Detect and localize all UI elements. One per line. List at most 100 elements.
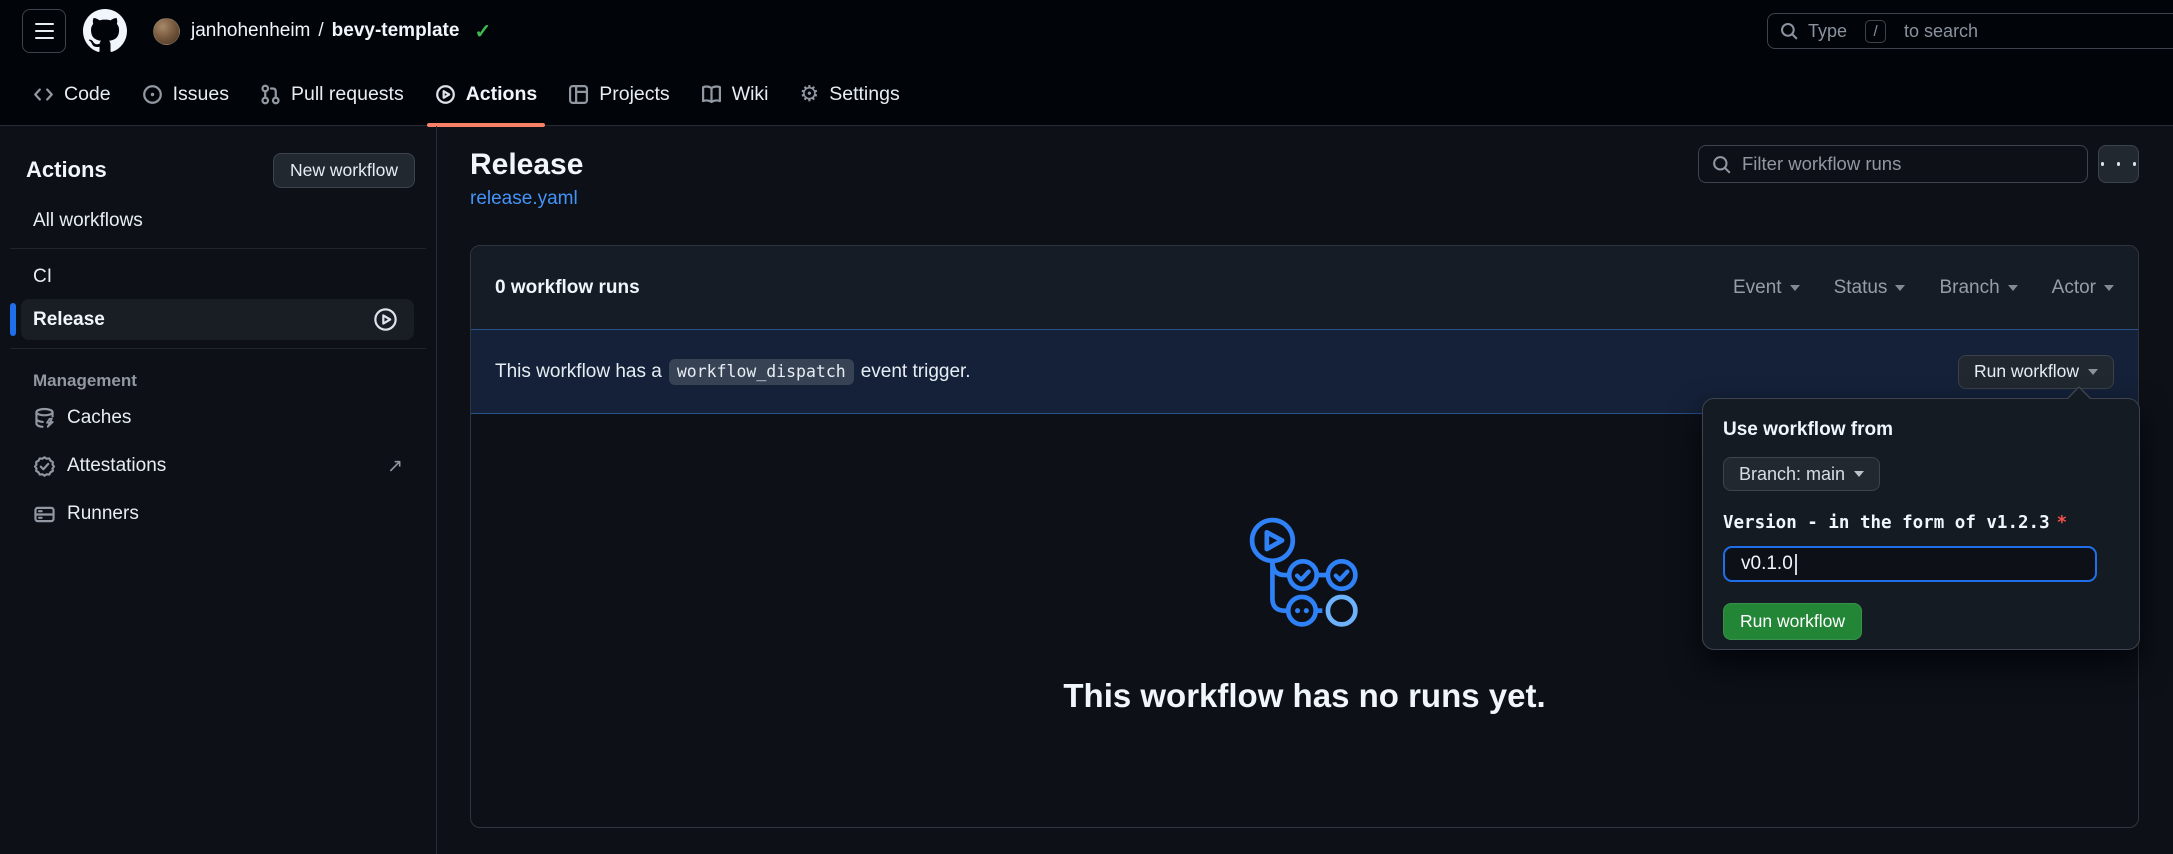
sidebar-item-release-selected[interactable]: Release — [21, 299, 414, 340]
chevron-down-icon — [1854, 471, 1864, 477]
branch-filter-dropdown[interactable]: Branch — [1939, 277, 2017, 299]
search-placeholder-suffix: to search — [1904, 21, 1978, 42]
workflow-dispatch-code: workflow_dispatch — [669, 359, 854, 385]
tab-label: Code — [64, 83, 111, 106]
workflow-graph-icon — [1248, 516, 1362, 630]
divider — [10, 248, 426, 249]
event-filter-dropdown[interactable]: Event — [1733, 277, 1800, 299]
version-input[interactable]: v0.1.0 — [1723, 546, 2097, 582]
filter-label: Event — [1733, 277, 1782, 299]
chevron-down-icon — [1790, 285, 1800, 291]
hamburger-menu-button[interactable] — [22, 9, 66, 53]
actor-filter-dropdown[interactable]: Actor — [2052, 277, 2114, 299]
external-link-arrow-icon: ↗ — [387, 455, 403, 478]
table-icon — [568, 84, 589, 105]
kebab-icon — [2101, 162, 2104, 167]
global-bar: janhohenheim / bevy-template ✓ Type / to s… — [0, 0, 2173, 62]
branch-selector-button[interactable]: Branch: main — [1723, 457, 1880, 491]
workflow-options-kebab-button[interactable] — [2098, 145, 2139, 183]
sidebar-item-ci[interactable]: CI — [33, 257, 414, 297]
git-pull-request-icon — [260, 84, 281, 105]
text-cursor — [1795, 554, 1797, 575]
sidebar-item-all-workflows[interactable]: All workflows — [33, 202, 414, 240]
tab-settings[interactable]: ⚙ Settings — [789, 62, 911, 126]
chevron-down-icon — [2088, 369, 2098, 375]
tab-label: Pull requests — [291, 83, 404, 106]
book-icon — [701, 84, 722, 105]
breadcrumb-separator: / — [318, 20, 323, 41]
sidebar-item-label: Caches — [67, 407, 131, 429]
workflow-file-link[interactable]: release.yaml — [470, 188, 578, 210]
sidebar-title: Actions — [26, 157, 107, 183]
sidebar-item-caches[interactable]: Caches — [0, 397, 436, 439]
breadcrumb-owner-link[interactable]: janhohenheim — [191, 20, 310, 41]
gear-icon: ⚙ — [800, 83, 820, 105]
version-input-value: v0.1.0 — [1741, 553, 1793, 575]
sidebar-item-attestations[interactable]: Attestations ↗ — [0, 445, 436, 487]
tab-actions[interactable]: Actions — [424, 62, 549, 126]
status-filter-dropdown[interactable]: Status — [1834, 277, 1906, 299]
actions-sidebar: Actions New workflow All workflows CI Re… — [0, 126, 437, 854]
verified-badge-icon — [33, 455, 56, 478]
required-asterisk: * — [2057, 513, 2068, 533]
popup-title: Use workflow from — [1723, 419, 2119, 441]
tab-wiki[interactable]: Wiki — [690, 62, 780, 126]
github-actions-page: janhohenheim / bevy-template ✓ Type / to s… — [0, 0, 2173, 854]
search-icon — [1712, 155, 1731, 174]
tab-issues[interactable]: Issues — [131, 62, 240, 126]
search-icon — [1780, 22, 1798, 40]
repo-nav: Code Issues Pull requests Actions — [0, 62, 2173, 126]
empty-state-title: This workflow has no runs yet. — [471, 677, 2138, 715]
new-workflow-button[interactable]: New workflow — [273, 153, 415, 188]
workflow-dispatch-play-icon[interactable] — [373, 307, 398, 332]
breadcrumb: janhohenheim / bevy-template — [191, 20, 459, 42]
tab-label: Issues — [173, 83, 229, 106]
app-header: janhohenheim / bevy-template ✓ Type / to s… — [0, 0, 2173, 126]
sidebar-item-label: Runners — [67, 503, 139, 525]
run-workflow-popup: Use workflow from Branch: main Version -… — [1702, 398, 2140, 650]
banner-text-before: This workflow has a — [495, 361, 662, 383]
commit-status-check-icon[interactable]: ✓ — [474, 19, 491, 44]
run-workflow-dropdown-button[interactable]: Run workflow — [1958, 355, 2114, 389]
play-circle-icon — [435, 84, 456, 105]
chevron-down-icon — [2104, 285, 2114, 291]
tab-projects[interactable]: Projects — [557, 62, 680, 126]
cache-icon — [33, 407, 56, 430]
run-filters: Event Status Branch Actor — [1733, 277, 2114, 299]
chevron-down-icon — [2008, 285, 2018, 291]
tab-label: Actions — [466, 83, 538, 106]
selected-indicator-bar — [10, 303, 16, 336]
tab-label: Settings — [829, 83, 899, 106]
code-icon — [33, 84, 54, 105]
server-icon — [33, 503, 56, 526]
banner-text-after: event trigger. — [861, 361, 971, 383]
filter-label: Status — [1834, 277, 1888, 299]
filter-label: Branch — [1939, 277, 1999, 299]
chevron-down-icon — [1895, 285, 1905, 291]
version-input-label: Version - in the form of v1.2.3* — [1723, 513, 2119, 533]
global-search-input[interactable]: Type / to search — [1767, 13, 2173, 49]
filter-workflow-runs-input[interactable] — [1742, 153, 2074, 175]
issue-opened-icon — [142, 84, 163, 105]
search-placeholder-prefix: Type — [1808, 21, 1847, 42]
owner-avatar[interactable] — [153, 18, 180, 45]
breadcrumb-repo-link[interactable]: bevy-template — [332, 20, 460, 41]
filter-workflow-runs-box — [1698, 145, 2088, 183]
run-workflow-submit-button[interactable]: Run workflow — [1723, 603, 1862, 640]
tab-label: Projects — [599, 83, 669, 106]
filter-label: Actor — [2052, 277, 2096, 299]
slash-key-hint: / — [1865, 20, 1886, 43]
tab-code[interactable]: Code — [22, 62, 122, 126]
button-label: Branch: main — [1739, 464, 1845, 485]
runs-panel-header: 0 workflow runs Event Status Branch — [471, 246, 2138, 329]
runs-count: 0 workflow runs — [495, 277, 640, 299]
tab-label: Wiki — [732, 83, 769, 106]
sidebar-item-label: Release — [33, 309, 105, 331]
sidebar-item-label: Attestations — [67, 455, 166, 477]
sidebar-item-runners[interactable]: Runners — [0, 493, 436, 535]
divider — [10, 348, 426, 349]
page-title: Release — [470, 148, 583, 182]
button-label: Run workflow — [1974, 361, 2079, 382]
tab-pull-requests[interactable]: Pull requests — [249, 62, 415, 126]
github-logo-icon[interactable] — [83, 9, 127, 53]
